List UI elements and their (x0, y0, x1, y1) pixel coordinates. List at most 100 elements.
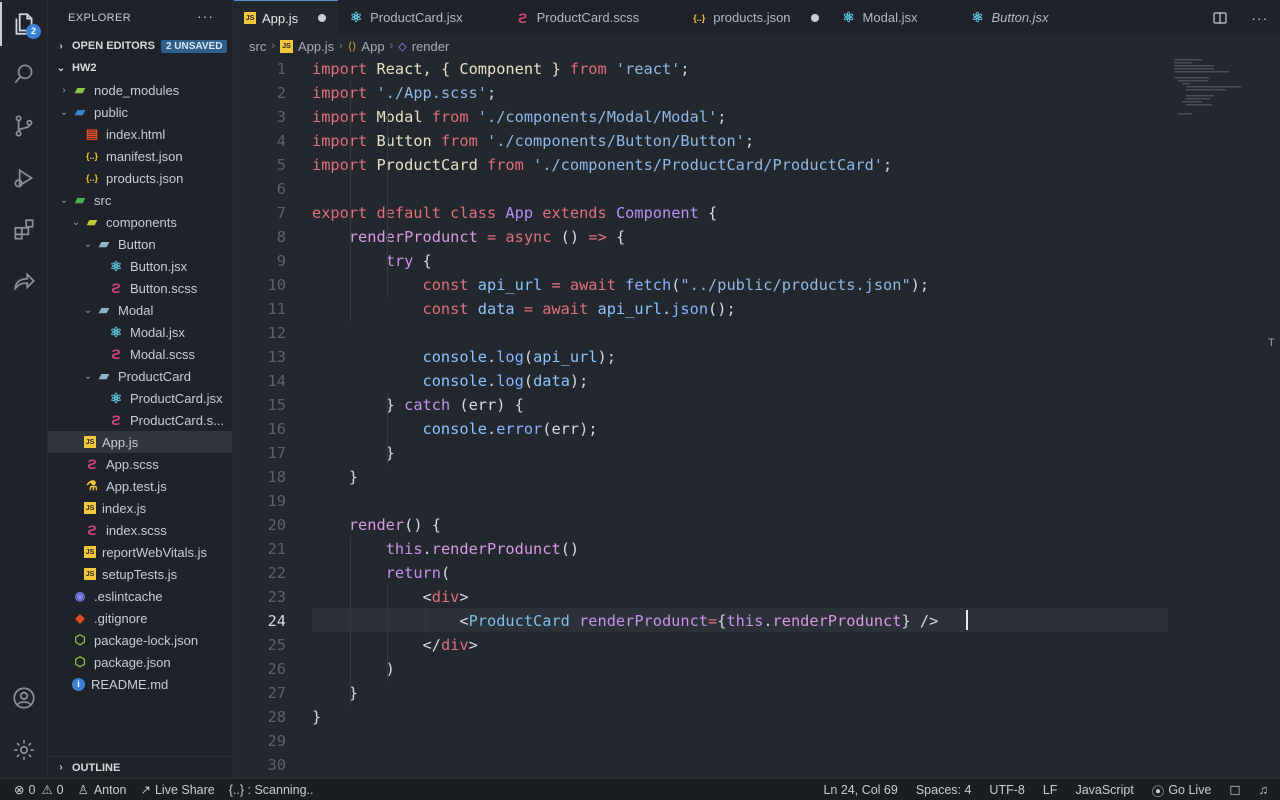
code-area[interactable]: import React, { Component } from 'react'… (312, 57, 1202, 778)
go-live-button[interactable]: ⦿ Go Live (1152, 781, 1212, 800)
code-line[interactable]: } (312, 465, 358, 489)
tree-folder[interactable]: ⌄ ▰ ProductCard (48, 365, 232, 387)
code-line[interactable]: ) (312, 657, 395, 681)
tree-folder[interactable]: ⌄ ▰ Modal (48, 299, 232, 321)
search-activity-button[interactable] (0, 50, 48, 98)
code-line[interactable]: import ProductCard from './components/Pr… (312, 153, 892, 177)
tree-folder[interactable]: › ▰ node_modules (48, 79, 232, 101)
problems-indicator[interactable]: ⊗ 0 ⚠ 0 (14, 782, 64, 798)
tree-file[interactable]: ⚛ ProductCard.jsx (48, 387, 232, 409)
code-line[interactable]: console.log(data); (312, 369, 589, 393)
feedback-icon[interactable]: ☐ (1229, 783, 1240, 798)
code-line[interactable]: import './App.scss'; (312, 81, 496, 105)
tree-file[interactable]: ⬡ package.json (48, 651, 232, 673)
tree-file[interactable]: ϩ Modal.scss (48, 343, 232, 365)
code-token: console (422, 372, 487, 390)
code-line[interactable]: export default class App extends Compone… (312, 201, 717, 225)
notifications-icon[interactable]: ♫ (1259, 783, 1268, 797)
tree-folder[interactable]: ⌄ ▰ Button (48, 233, 232, 255)
breadcrumb-src[interactable]: src (249, 39, 266, 54)
tree-file[interactable]: ϩ ProductCard.s... (48, 409, 232, 431)
explorer-more-button[interactable]: ··· (197, 8, 214, 24)
code-line[interactable]: return( (312, 561, 450, 585)
tree-file[interactable]: ⚗ App.test.js (48, 475, 232, 497)
tree-item-label: index.js (102, 500, 147, 516)
code-line[interactable]: } (312, 681, 358, 705)
split-editor-icon[interactable] (1212, 10, 1228, 26)
tree-file[interactable]: JS App.js (48, 431, 232, 453)
code-line[interactable]: this.renderProdunct() (312, 537, 579, 561)
code-line[interactable]: console.log(api_url); (312, 345, 616, 369)
code-line[interactable]: import Button from './components/Button/… (312, 129, 754, 153)
tree-file[interactable]: ⬡ package-lock.json (48, 629, 232, 651)
code-line[interactable]: import React, { Component } from 'react'… (312, 57, 690, 81)
code-line[interactable]: render() { (312, 513, 441, 537)
tab-products-json[interactable]: {..} products.json (681, 0, 831, 35)
code-line[interactable]: } catch (err) { (312, 393, 524, 417)
tree-file[interactable]: ⚛ Button.jsx (48, 255, 232, 277)
encoding[interactable]: UTF-8 (989, 783, 1024, 797)
code-line[interactable]: } (312, 441, 395, 465)
scanning-status[interactable]: {..} : Scanning.. (229, 783, 314, 797)
tree-item-label: package.json (94, 654, 171, 670)
code-line[interactable]: <ProductCard renderProdunct={this.render… (312, 609, 938, 633)
code-line[interactable]: renderProdunct = async () => { (312, 225, 625, 249)
extensions-activity-button[interactable] (0, 206, 48, 254)
tab-modal-jsx[interactable]: ⚛ Modal.jsx (830, 0, 960, 35)
code-line[interactable]: try { (312, 249, 432, 273)
unsaved-dot-icon[interactable] (318, 14, 327, 22)
tree-file[interactable]: i README.md (48, 673, 232, 695)
tree-file[interactable]: ▤ index.html (48, 123, 232, 145)
tree-file[interactable]: JS setupTests.js (48, 563, 232, 585)
outline-section[interactable]: › OUTLINE (48, 756, 233, 778)
code-line[interactable]: </div> (312, 633, 478, 657)
run-debug-activity-button[interactable] (0, 154, 48, 202)
live-share-button[interactable]: ↗ Live Share (141, 782, 215, 798)
code-line[interactable]: <div> (312, 585, 469, 609)
breadcrumb-class[interactable]: App (361, 39, 384, 54)
tree-folder[interactable]: ⌄ ▰ public (48, 101, 232, 123)
settings-activity-button[interactable] (0, 726, 48, 774)
indentation[interactable]: Spaces: 4 (916, 783, 972, 797)
tree-file[interactable]: {..} products.json (48, 167, 232, 189)
code-line[interactable]: import Modal from './components/Modal/Mo… (312, 105, 726, 129)
tab-button-jsx[interactable]: ⚛ Button.jsx (959, 0, 1091, 35)
tree-folder[interactable]: ⌄ ▰ src (48, 189, 232, 211)
code-token: data (477, 300, 515, 318)
unsaved-dot-icon[interactable] (810, 13, 819, 22)
code-line[interactable]: const api_url = await fetch("../public/p… (312, 273, 930, 297)
tab-app-js[interactable]: JS App.js (234, 0, 339, 35)
tab-productcard-scss[interactable]: ϩ ProductCard.scss (504, 0, 682, 35)
tree-file[interactable]: ◉ .eslintcache (48, 585, 232, 607)
more-actions-icon[interactable]: ··· (1251, 10, 1268, 26)
code-line[interactable]: const data = await api_url.json(); (312, 297, 736, 321)
tree-file[interactable]: ϩ App.scss (48, 453, 232, 475)
accounts-activity-button[interactable] (0, 674, 48, 722)
tree-item-label: App.test.js (106, 478, 167, 494)
open-editors-section[interactable]: › OPEN EDITORS 2 UNSAVED (48, 35, 232, 57)
minimap[interactable] (1170, 57, 1280, 117)
chevron-right-icon: › (62, 84, 66, 96)
tree-file[interactable]: ϩ Button.scss (48, 277, 232, 299)
code-line[interactable]: console.error(err); (312, 417, 598, 441)
tree-file[interactable]: JS index.js (48, 497, 232, 519)
end-of-line[interactable]: LF (1043, 783, 1058, 797)
live-share-activity-button[interactable] (0, 258, 48, 306)
tree-file[interactable]: ϩ index.scss (48, 519, 232, 541)
tree-file[interactable]: JS reportWebVitals.js (48, 541, 232, 563)
workspace-root-section[interactable]: ⌄ HW2 (48, 57, 232, 79)
source-control-activity-button[interactable] (0, 102, 48, 150)
breadcrumb-method[interactable]: render (412, 39, 450, 54)
breadcrumb-file[interactable]: App.js (298, 39, 334, 54)
cursor-position[interactable]: Ln 24, Col 69 (823, 783, 897, 797)
tree-file[interactable]: ◆ .gitignore (48, 607, 232, 629)
git-user-indicator[interactable]: ♙ Anton (78, 782, 127, 798)
tab-productcard-jsx[interactable]: ⚛ ProductCard.jsx (338, 0, 505, 35)
tree-file[interactable]: {..} manifest.json (48, 145, 232, 167)
explorer-activity-button[interactable]: 2 (0, 0, 48, 48)
tree-file[interactable]: ⚛ Modal.jsx (48, 321, 232, 343)
code-line[interactable]: } (312, 705, 321, 729)
language-mode[interactable]: JavaScript (1075, 783, 1133, 797)
code-editor[interactable]: 1 2 3 4 5 6 7 8 9 10 11 12 13 14 15 16 17 18 19 20 21 22 23 24 2… (234, 57, 1280, 778)
tree-folder[interactable]: ⌄ ▰ components (48, 211, 232, 233)
